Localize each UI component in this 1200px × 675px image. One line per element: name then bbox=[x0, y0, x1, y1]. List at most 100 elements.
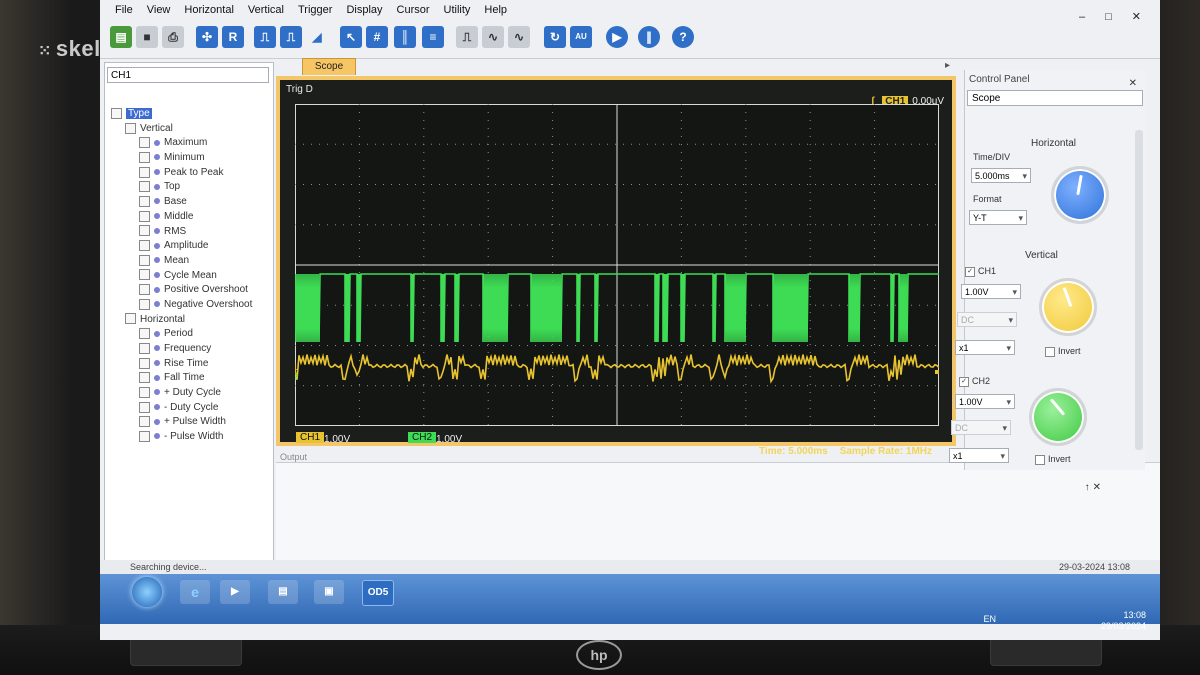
language-indicator[interactable]: EN bbox=[983, 614, 996, 625]
scope-app-icon[interactable]: ▣ bbox=[314, 580, 344, 604]
oscilloscope-taskbar-app[interactable]: OD5 bbox=[362, 580, 394, 606]
checkbox-icon[interactable] bbox=[139, 386, 150, 398]
checkbox-icon[interactable] bbox=[139, 416, 150, 428]
auto-icon[interactable]: AU bbox=[570, 26, 592, 48]
tree-item[interactable]: RMS bbox=[105, 225, 273, 240]
ch1-volts-select[interactable]: 1.00V bbox=[961, 284, 1021, 300]
tree-item[interactable]: + Duty Cycle bbox=[105, 386, 273, 401]
checkbox-icon[interactable] bbox=[139, 210, 150, 222]
checkbox-icon[interactable] bbox=[139, 240, 150, 252]
checkbox-icon[interactable] bbox=[139, 181, 150, 193]
ch2-volts-knob[interactable] bbox=[1029, 388, 1087, 446]
clock-date[interactable]: 29/03/2024 bbox=[1101, 621, 1146, 632]
math-wave-icon[interactable]: ∿ bbox=[508, 26, 530, 48]
checkbox-icon[interactable] bbox=[139, 328, 150, 340]
save-icon[interactable]: ■ bbox=[136, 26, 158, 48]
expander-icon[interactable] bbox=[111, 107, 122, 119]
format-select[interactable]: Y-T bbox=[969, 210, 1027, 226]
ch2-probe-select[interactable]: x1 bbox=[949, 448, 1009, 464]
expander-icon[interactable] bbox=[125, 122, 136, 134]
tree-item[interactable]: Period bbox=[105, 327, 273, 342]
grid-icon[interactable]: # bbox=[366, 26, 388, 48]
checkbox-icon[interactable] bbox=[139, 430, 150, 442]
checkbox-icon[interactable] bbox=[139, 151, 150, 163]
cursor-icon[interactable]: ║ bbox=[394, 26, 416, 48]
print-icon[interactable]: ⎙ bbox=[162, 26, 184, 48]
tree-item[interactable]: Vertical bbox=[105, 122, 273, 137]
channel-select[interactable]: CH1 bbox=[107, 67, 269, 83]
sine-wave-icon[interactable]: ∿ bbox=[482, 26, 504, 48]
close-icon[interactable]: ✕ bbox=[1125, 6, 1154, 23]
checkbox-icon[interactable] bbox=[139, 357, 150, 369]
ch2-volts-select[interactable]: 1.00V bbox=[955, 394, 1015, 410]
clock-time[interactable]: 13:08 bbox=[1101, 610, 1146, 621]
menu-help[interactable]: Help bbox=[477, 0, 514, 16]
tree-item[interactable]: Peak to Peak bbox=[105, 166, 273, 181]
menu-view[interactable]: View bbox=[140, 0, 178, 16]
tree-item[interactable]: Middle bbox=[105, 210, 273, 225]
ch2-coupling-select[interactable]: DC bbox=[951, 420, 1011, 436]
tree-item[interactable]: Base bbox=[105, 195, 273, 210]
ch1-checkbox[interactable]: ✓ CH1 bbox=[965, 266, 996, 277]
checkbox-icon[interactable] bbox=[139, 342, 150, 354]
ch1-volts-knob[interactable] bbox=[1039, 278, 1097, 336]
tree-item[interactable]: Horizontal bbox=[105, 313, 273, 328]
ch2-invert-checkbox[interactable]: Invert bbox=[1035, 454, 1071, 465]
tree-item[interactable]: Maximum bbox=[105, 136, 273, 151]
menu-display[interactable]: Display bbox=[339, 0, 389, 16]
tree-item[interactable]: Mean bbox=[105, 254, 273, 269]
triangle-icon[interactable]: ◢ bbox=[306, 26, 328, 48]
tab-scope[interactable]: Scope bbox=[302, 58, 356, 75]
tree-item[interactable]: Positive Overshoot bbox=[105, 283, 273, 298]
play-icon[interactable]: ▶ bbox=[606, 26, 628, 48]
pin-icon[interactable]: ↑ bbox=[1085, 482, 1093, 493]
checkbox-icon[interactable] bbox=[139, 254, 150, 266]
media-player-icon[interactable]: ▶ bbox=[220, 580, 250, 604]
tree-item[interactable]: Negative Overshoot bbox=[105, 298, 273, 313]
select-icon[interactable]: ↖ bbox=[340, 26, 362, 48]
ch2-checkbox[interactable]: ✓ CH2 bbox=[959, 376, 990, 387]
menu-trigger[interactable]: Trigger bbox=[291, 0, 339, 16]
time-div-select[interactable]: 5.000ms bbox=[971, 168, 1031, 184]
start-button[interactable] bbox=[132, 577, 162, 607]
tree-item[interactable]: Minimum bbox=[105, 151, 273, 166]
control-panel-scrollbar[interactable] bbox=[1135, 130, 1143, 450]
menu-cursor[interactable]: Cursor bbox=[390, 0, 437, 16]
control-panel-select[interactable]: Scope bbox=[967, 90, 1143, 106]
tree-item[interactable]: - Duty Cycle bbox=[105, 401, 273, 416]
step-wave-icon[interactable]: ⎍ bbox=[456, 26, 478, 48]
checkbox-icon[interactable] bbox=[139, 298, 150, 310]
tree-item[interactable]: Type bbox=[105, 107, 273, 122]
checkbox-icon[interactable] bbox=[139, 401, 150, 413]
pause-icon[interactable]: ∥ bbox=[638, 26, 660, 48]
expander-icon[interactable] bbox=[125, 313, 136, 325]
menu-horizontal[interactable]: Horizontal bbox=[177, 0, 241, 16]
tree-item[interactable]: Frequency bbox=[105, 342, 273, 357]
pulse-rise-icon[interactable]: ⎍ bbox=[254, 26, 276, 48]
minimize-icon[interactable]: ‒ bbox=[1072, 7, 1098, 23]
ch1-probe-select[interactable]: x1 bbox=[955, 340, 1015, 356]
run-icon[interactable]: R bbox=[222, 26, 244, 48]
output-close-icon[interactable]: ✕ bbox=[1093, 482, 1104, 493]
tree-item[interactable]: Rise Time bbox=[105, 357, 273, 372]
tree-item[interactable]: Amplitude bbox=[105, 239, 273, 254]
maximize-icon[interactable]: □ bbox=[1098, 7, 1125, 23]
checkbox-icon[interactable] bbox=[139, 225, 150, 237]
tree-item[interactable]: Fall Time bbox=[105, 371, 273, 386]
tab-scroll-icon[interactable]: ▸ bbox=[945, 60, 950, 71]
waveform-display[interactable]: 12 bbox=[295, 104, 939, 426]
menu-file[interactable]: File bbox=[108, 0, 140, 16]
checkbox-icon[interactable] bbox=[139, 166, 150, 178]
tree-item[interactable]: Top bbox=[105, 180, 273, 195]
explorer-icon[interactable]: ▤ bbox=[268, 580, 298, 604]
tree-item[interactable]: + Pulse Width bbox=[105, 415, 273, 430]
checkbox-icon[interactable] bbox=[139, 284, 150, 296]
panel-close-icon[interactable]: ✕ bbox=[1129, 78, 1137, 89]
open-icon[interactable]: ▤ bbox=[110, 26, 132, 48]
help-icon[interactable]: ? bbox=[672, 26, 694, 48]
tree-item[interactable]: - Pulse Width bbox=[105, 430, 273, 445]
autoset-icon[interactable]: ✣ bbox=[196, 26, 218, 48]
horizontal-knob[interactable] bbox=[1051, 166, 1109, 224]
ie-icon[interactable]: e bbox=[180, 580, 210, 604]
menu-vertical[interactable]: Vertical bbox=[241, 0, 291, 16]
